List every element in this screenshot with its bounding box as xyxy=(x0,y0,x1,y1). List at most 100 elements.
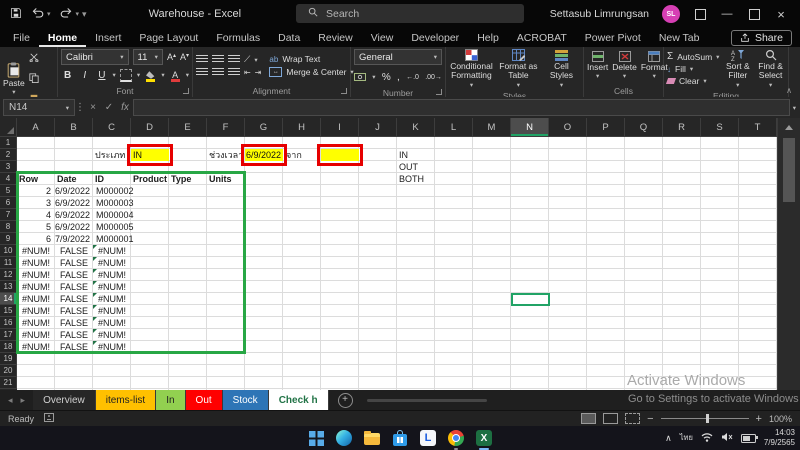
number-dialog-launcher-icon[interactable] xyxy=(436,89,442,95)
table-row-5-row-num[interactable]: 2 xyxy=(17,185,53,197)
row-header-12[interactable]: 12 xyxy=(0,269,17,281)
table-row-5-date[interactable]: 6/9/2022 xyxy=(55,185,92,197)
scroll-up-icon[interactable] xyxy=(778,118,800,136)
row-header-20[interactable]: 20 xyxy=(0,365,17,377)
font-size-select[interactable]: 11▾ xyxy=(133,49,163,65)
avatar[interactable]: SL xyxy=(662,5,680,23)
menu-tab-help[interactable]: Help xyxy=(468,28,508,47)
cell-h2-to-label[interactable]: จาก xyxy=(284,149,314,161)
error-row-18-num[interactable]: #NUM! xyxy=(17,341,55,353)
increase-indent-icon[interactable]: ⇥ xyxy=(255,68,262,77)
tab-scroll-right-icon[interactable]: ▸ xyxy=(21,395,26,406)
sheet-tab-in[interactable]: In xyxy=(156,390,185,410)
error-row-17-false[interactable]: FALSE xyxy=(55,329,93,341)
align-left-icon[interactable] xyxy=(196,68,208,77)
sheet-tab-overview[interactable]: Overview xyxy=(33,390,96,410)
insert-cells-button[interactable]: Insert▾ xyxy=(587,51,608,80)
minimize-icon[interactable]: — xyxy=(720,7,734,21)
error-row-12-false[interactable]: FALSE xyxy=(55,269,93,281)
new-sheet-icon[interactable]: + xyxy=(338,393,353,408)
cell-k4-option[interactable]: BOTH xyxy=(397,173,435,185)
page-break-view-icon[interactable] xyxy=(625,413,640,424)
delete-cells-button[interactable]: Delete▾ xyxy=(612,51,637,80)
grow-font-icon[interactable]: A▴ xyxy=(167,52,176,62)
column-header-e[interactable]: E xyxy=(169,118,207,136)
table-row-9-date[interactable]: 7/9/2022 xyxy=(55,233,92,245)
column-header-l[interactable]: L xyxy=(435,118,473,136)
insert-function-icon[interactable]: fx xyxy=(117,102,133,113)
fill-button[interactable]: ↓Fill▾ xyxy=(667,64,719,74)
column-header-r[interactable]: R xyxy=(663,118,701,136)
select-all-corner[interactable] xyxy=(0,118,17,137)
row-header-17[interactable]: 17 xyxy=(0,329,17,341)
zoom-out-icon[interactable]: − xyxy=(647,413,653,425)
error-row-16-false[interactable]: FALSE xyxy=(55,317,93,329)
column-header-h[interactable]: H xyxy=(283,118,321,136)
normal-view-icon[interactable] xyxy=(581,413,596,424)
accounting-format-icon[interactable] xyxy=(354,68,366,86)
accessibility-icon[interactable] xyxy=(44,413,54,424)
font-color-icon[interactable]: A xyxy=(169,68,182,82)
language-indicator[interactable]: ไทย xyxy=(680,432,693,444)
copy-icon[interactable] xyxy=(29,70,39,88)
column-header-f[interactable]: F xyxy=(207,118,245,136)
horizontal-scroll-thumb[interactable] xyxy=(367,399,487,402)
cell-c2-type-label[interactable]: ประเภท xyxy=(93,149,131,161)
wifi-icon[interactable] xyxy=(701,432,713,444)
error-row-15-id[interactable]: #NUM! xyxy=(93,305,131,317)
cell-k2-option[interactable]: IN xyxy=(397,149,435,161)
row-header-9[interactable]: 9 xyxy=(0,233,17,245)
error-row-14-id[interactable]: #NUM! xyxy=(93,293,131,305)
align-bottom-icon[interactable] xyxy=(228,55,240,64)
menu-tab-formulas[interactable]: Formulas xyxy=(207,28,269,47)
font-name-select[interactable]: Calibri▾ xyxy=(61,49,129,65)
fill-color-icon[interactable] xyxy=(144,68,157,82)
column-header-a[interactable]: A xyxy=(17,118,55,136)
column-header-m[interactable]: M xyxy=(473,118,511,136)
column-header-d[interactable]: D xyxy=(131,118,169,136)
row-header-1[interactable]: 1 xyxy=(0,137,17,149)
ribbon-display-options-icon[interactable] xyxy=(693,7,707,21)
column-header-b[interactable]: B xyxy=(55,118,93,136)
vertical-scroll-thumb[interactable] xyxy=(783,138,795,202)
borders-icon[interactable] xyxy=(120,68,133,82)
menu-tab-developer[interactable]: Developer xyxy=(402,28,468,47)
column-header-s[interactable]: S xyxy=(701,118,739,136)
menu-tab-view[interactable]: View xyxy=(362,28,403,47)
increase-decimal-icon[interactable]: ←.0 xyxy=(406,74,419,81)
underline-icon[interactable]: U xyxy=(95,68,108,82)
sort-filter-button[interactable]: AZ Sort & Filter▾ xyxy=(723,49,752,89)
column-header-k[interactable]: K xyxy=(397,118,435,136)
error-row-15-false[interactable]: FALSE xyxy=(55,305,93,317)
row-header-14[interactable]: 14 xyxy=(0,293,17,305)
error-row-18-false[interactable]: FALSE xyxy=(55,341,93,353)
error-row-11-num[interactable]: #NUM! xyxy=(17,257,55,269)
error-row-13-num[interactable]: #NUM! xyxy=(17,281,55,293)
autosum-button[interactable]: ΣAutoSum▾ xyxy=(667,51,719,62)
zoom-in-icon[interactable]: + xyxy=(756,413,762,425)
save-icon[interactable] xyxy=(10,7,22,22)
table-row-6-date[interactable]: 6/9/2022 xyxy=(55,197,92,209)
formula-input[interactable] xyxy=(133,99,790,116)
error-row-17-id[interactable]: #NUM! xyxy=(93,329,131,341)
row-header-2[interactable]: 2 xyxy=(0,149,17,161)
clock[interactable]: 14:03 7/9/2565 xyxy=(764,428,795,447)
undo-icon[interactable] xyxy=(31,7,44,21)
cell-k3-option[interactable]: OUT xyxy=(397,161,435,173)
error-row-11-id[interactable]: #NUM! xyxy=(93,257,131,269)
table-row-5-id[interactable]: M000002 xyxy=(94,185,154,197)
align-top-icon[interactable] xyxy=(196,55,208,64)
sheet-grid[interactable]: ประเภท ช่วงเวลา IN 6/9/2022 จาก Activate… xyxy=(17,137,777,390)
error-row-10-false[interactable]: FALSE xyxy=(55,245,93,257)
redo-dropdown-icon[interactable]: ▾ xyxy=(76,10,80,18)
expand-formula-bar-icon[interactable]: ▾ xyxy=(793,104,796,112)
column-header-o[interactable]: O xyxy=(549,118,587,136)
menu-tab-power-pivot[interactable]: Power Pivot xyxy=(576,28,650,47)
percent-style-icon[interactable]: % xyxy=(382,72,391,83)
comma-style-icon[interactable]: , xyxy=(397,72,400,83)
error-row-10-num[interactable]: #NUM! xyxy=(17,245,55,257)
column-header-g[interactable]: G xyxy=(245,118,283,136)
error-row-12-num[interactable]: #NUM! xyxy=(17,269,55,281)
redo-icon[interactable] xyxy=(60,7,73,21)
table-row-8-date[interactable]: 6/9/2022 xyxy=(55,221,92,233)
